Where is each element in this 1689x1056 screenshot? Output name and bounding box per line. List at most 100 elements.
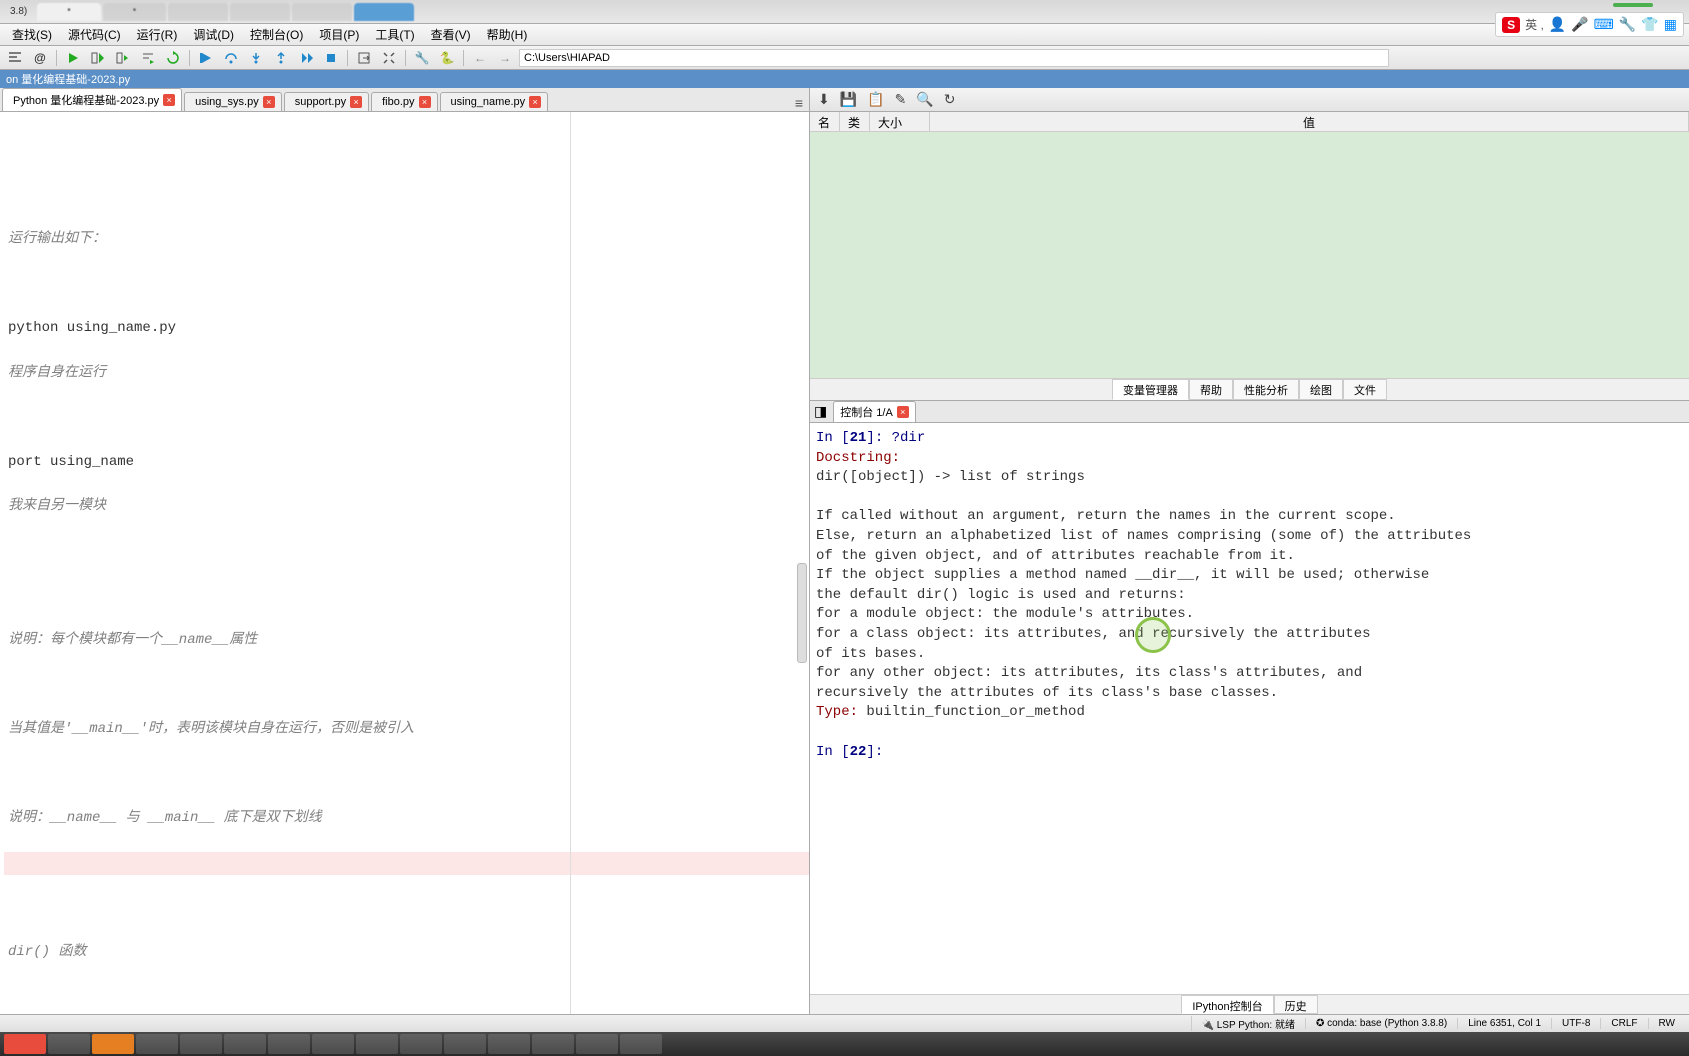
tab-history[interactable]: 历史 <box>1274 995 1318 1014</box>
browser-tab[interactable] <box>230 3 290 21</box>
close-icon[interactable]: × <box>263 96 275 108</box>
taskbar-app-icon[interactable] <box>488 1034 530 1054</box>
taskbar-app-icon[interactable] <box>312 1034 354 1054</box>
browser-tab[interactable] <box>168 3 228 21</box>
menu-project[interactable]: 项目(P) <box>311 24 367 45</box>
run-selection-icon[interactable] <box>137 48 159 68</box>
taskbar-app-icon[interactable] <box>576 1034 618 1054</box>
step-into-icon[interactable] <box>245 48 267 68</box>
taskbar-app-icon[interactable] <box>532 1034 574 1054</box>
tab-variable-explorer[interactable]: 变量管理器 <box>1112 379 1189 400</box>
exit-debug-icon[interactable] <box>353 48 375 68</box>
menu-run[interactable]: 运行(R) <box>129 24 186 45</box>
tab-files[interactable]: 文件 <box>1343 379 1387 400</box>
wrench-icon[interactable]: 🔧 <box>411 48 433 68</box>
at-icon[interactable]: @ <box>29 48 51 68</box>
search-icon[interactable]: 🔍 <box>916 91 933 108</box>
ime-keyboard-icon[interactable]: ⌨ <box>1594 16 1614 33</box>
taskbar-app-icon[interactable] <box>48 1034 90 1054</box>
status-lsp[interactable]: 🔌 LSP Python: 就绪 <box>1191 1016 1305 1031</box>
editor-tab[interactable]: support.py × <box>284 92 369 111</box>
menu-help[interactable]: 帮助(H) <box>479 24 536 45</box>
status-conda[interactable]: ✪ conda: base (Python 3.8.8) <box>1305 1018 1457 1029</box>
editor-scrollbar[interactable] <box>797 563 807 663</box>
taskbar-app-icon[interactable] <box>356 1034 398 1054</box>
menu-find[interactable]: 查找(S) <box>4 24 60 45</box>
edit-icon[interactable]: ✎ <box>895 91 907 108</box>
ime-lang[interactable]: 英 , <box>1525 16 1544 33</box>
run-icon[interactable] <box>62 48 84 68</box>
python-icon[interactable]: 🐍 <box>436 48 458 68</box>
close-icon[interactable]: × <box>897 406 909 418</box>
tab-plots[interactable]: 绘图 <box>1299 379 1343 400</box>
editor-tab[interactable]: fibo.py × <box>371 92 437 111</box>
taskbar-app-icon[interactable] <box>4 1034 46 1054</box>
ime-mic-icon[interactable]: 🎤 <box>1571 16 1588 33</box>
status-eol[interactable]: CRLF <box>1600 1018 1647 1029</box>
taskbar-app-icon[interactable] <box>224 1034 266 1054</box>
console-tab[interactable]: 控制台 1/A × <box>833 401 916 422</box>
maximize-icon[interactable] <box>378 48 400 68</box>
ime-toolbar[interactable]: S 英 , 👤 🎤 ⌨ 🔧 👕 ▦ <box>1495 12 1684 37</box>
taskbar-app-icon[interactable] <box>400 1034 442 1054</box>
menu-view[interactable]: 查看(V) <box>423 24 479 45</box>
variable-explorer-area[interactable] <box>810 132 1689 378</box>
rerun-icon[interactable] <box>162 48 184 68</box>
taskbar-app-icon[interactable] <box>136 1034 178 1054</box>
close-icon[interactable]: × <box>163 94 175 106</box>
col-name[interactable]: 名称 <box>810 112 840 131</box>
code-editor[interactable]: 运行输出如下： python using_name.py 程序自身在运行 por… <box>0 112 809 1014</box>
debug-icon[interactable] <box>195 48 217 68</box>
step-out-icon[interactable] <box>270 48 292 68</box>
taskbar-app-icon[interactable] <box>268 1034 310 1054</box>
continue-icon[interactable] <box>295 48 317 68</box>
close-icon[interactable]: × <box>529 96 541 108</box>
menu-tools[interactable]: 工具(T) <box>367 24 422 45</box>
right-pane-tabs: 变量管理器 帮助 性能分析 绘图 文件 <box>810 378 1689 400</box>
new-console-icon[interactable]: ◨ <box>814 403 827 420</box>
taskbar-app-icon[interactable] <box>444 1034 486 1054</box>
console-output[interactable]: In [21]: ?dir Docstring: dir([object]) -… <box>810 423 1689 994</box>
working-dir-input[interactable] <box>519 49 1389 67</box>
browser-tab[interactable] <box>292 3 352 21</box>
forward-icon[interactable]: → <box>494 48 516 68</box>
ime-settings-icon[interactable]: 👤 <box>1549 16 1566 33</box>
close-icon[interactable]: × <box>419 96 431 108</box>
save-as-icon[interactable]: 📋 <box>867 91 884 108</box>
browser-tab[interactable]: • <box>37 3 101 21</box>
taskbar-app-icon[interactable] <box>92 1034 134 1054</box>
editor-tab[interactable]: Python 量化编程基础-2023.py × <box>2 88 182 111</box>
editor-tab[interactable]: using_sys.py × <box>184 92 282 111</box>
tab-overflow-icon[interactable]: ≡ <box>795 95 803 111</box>
run-cell-next-icon[interactable] <box>112 48 134 68</box>
ime-grid-icon[interactable]: ▦ <box>1664 16 1677 33</box>
indent-icon[interactable] <box>4 48 26 68</box>
browser-tab[interactable]: • <box>103 3 167 21</box>
back-icon[interactable]: ← <box>469 48 491 68</box>
tab-profiler[interactable]: 性能分析 <box>1233 379 1299 400</box>
taskbar-app-icon[interactable] <box>180 1034 222 1054</box>
status-encoding[interactable]: UTF-8 <box>1551 1018 1600 1029</box>
import-icon[interactable]: ⬇ <box>818 91 830 108</box>
windows-taskbar[interactable] <box>0 1032 1689 1056</box>
ime-skin-icon[interactable]: 👕 <box>1641 16 1658 33</box>
refresh-icon[interactable]: ↻ <box>944 91 956 108</box>
stop-icon[interactable] <box>320 48 342 68</box>
col-value[interactable]: 值 <box>930 112 1689 131</box>
close-icon[interactable]: × <box>350 96 362 108</box>
taskbar-app-icon[interactable] <box>620 1034 662 1054</box>
ime-tool-icon[interactable]: 🔧 <box>1619 16 1636 33</box>
sogou-icon[interactable]: S <box>1502 17 1520 33</box>
tab-help[interactable]: 帮助 <box>1189 379 1233 400</box>
save-icon[interactable]: 💾 <box>840 91 857 108</box>
tab-ipython-console[interactable]: IPython控制台 <box>1181 995 1273 1014</box>
col-size[interactable]: 大小 <box>870 112 930 131</box>
step-over-icon[interactable] <box>220 48 242 68</box>
menu-source[interactable]: 源代码(C) <box>60 24 129 45</box>
editor-tab[interactable]: using_name.py × <box>440 92 549 111</box>
col-type[interactable]: 类型 <box>840 112 870 131</box>
browser-new-tab[interactable] <box>354 3 414 21</box>
run-cell-icon[interactable] <box>87 48 109 68</box>
menu-debug[interactable]: 调试(D) <box>185 24 242 45</box>
menu-console[interactable]: 控制台(O) <box>242 24 311 45</box>
